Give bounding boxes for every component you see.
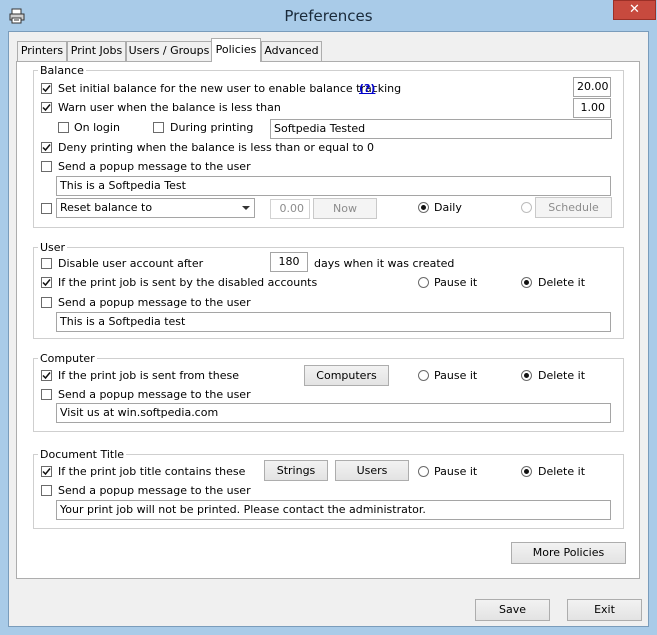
user-popup-message-field[interactable]: This is a Softpedia test — [56, 312, 611, 332]
warn-balance-checkbox[interactable] — [41, 102, 52, 113]
during-printing-label: During printing — [170, 121, 254, 134]
help-link[interactable]: (?) — [359, 82, 375, 95]
user-delete-radio[interactable] — [521, 277, 532, 288]
computer-popup-checkbox[interactable] — [41, 389, 52, 400]
on-login-label: On login — [74, 121, 120, 134]
disable-days-field[interactable]: 180 — [270, 252, 308, 272]
title-contains-checkbox[interactable] — [41, 466, 52, 477]
computer-delete-radio[interactable] — [521, 370, 532, 381]
on-login-checkbox[interactable] — [58, 122, 69, 133]
title-popup-checkbox[interactable] — [41, 485, 52, 496]
computer-delete-label: Delete it — [538, 369, 586, 382]
computer-pause-radio[interactable] — [418, 370, 429, 381]
exit-button[interactable]: Exit — [567, 599, 642, 621]
title-delete-label: Delete it — [538, 465, 586, 478]
disable-account-checkbox[interactable] — [41, 258, 52, 269]
user-group-label: User — [38, 241, 68, 254]
during-printing-checkbox[interactable] — [153, 122, 164, 133]
user-delete-label: Delete it — [538, 276, 586, 289]
daily-label: Daily — [434, 201, 462, 214]
strings-button[interactable]: Strings — [264, 460, 328, 481]
initial-balance-field[interactable]: 20.00 — [573, 77, 611, 97]
tab-print-jobs[interactable]: Print Jobs — [67, 41, 126, 61]
tab-advanced[interactable]: Advanced — [261, 41, 322, 61]
reset-balance-checkbox[interactable] — [41, 203, 52, 214]
title-contains-label: If the print job title contains these — [58, 465, 246, 478]
deny-printing-checkbox[interactable] — [41, 142, 52, 153]
user-popup-checkbox[interactable] — [41, 297, 52, 308]
title-popup-label: Send a popup message to the user — [58, 484, 251, 497]
balance-group-label: Balance — [38, 64, 86, 77]
disabled-accounts-checkbox[interactable] — [41, 277, 52, 288]
title-popup-message-field[interactable]: Your print job will not be printed. Plea… — [56, 500, 611, 520]
schedule-button[interactable]: Schedule — [535, 197, 612, 218]
tab-users-groups[interactable]: Users / Groups — [126, 41, 212, 61]
user-pause-label: Pause it — [434, 276, 478, 289]
window-title: Preferences — [284, 7, 373, 25]
title-bar[interactable]: Preferences ✕ — [0, 0, 657, 32]
deny-printing-label: Deny printing when the balance is less t… — [58, 141, 374, 154]
users-button[interactable]: Users — [335, 460, 409, 481]
title-delete-radio[interactable] — [521, 466, 532, 477]
computer-group-label: Computer — [38, 352, 97, 365]
reset-balance-value-field[interactable]: 0.00 — [270, 199, 310, 219]
computers-button[interactable]: Computers — [304, 365, 389, 386]
sent-from-label: If the print job is sent from these — [58, 369, 239, 382]
close-button[interactable]: ✕ — [613, 0, 656, 20]
initial-balance-checkbox[interactable] — [41, 83, 52, 94]
balance-popup-checkbox[interactable] — [41, 161, 52, 172]
computer-pause-label: Pause it — [434, 369, 478, 382]
save-button[interactable]: Save — [475, 599, 550, 621]
more-policies-button[interactable]: More Policies — [511, 542, 626, 564]
user-pause-radio[interactable] — [418, 277, 429, 288]
chevron-down-icon[interactable] — [238, 199, 254, 217]
sent-from-checkbox[interactable] — [41, 370, 52, 381]
now-button[interactable]: Now — [313, 198, 377, 219]
computer-popup-label: Send a popup message to the user — [58, 388, 251, 401]
warn-balance-label: Warn user when the balance is less than — [58, 101, 281, 114]
tab-policies[interactable]: Policies — [211, 38, 261, 62]
document-title-group-label: Document Title — [38, 448, 127, 461]
balance-popup-message-field[interactable]: This is a Softpedia Test — [56, 176, 611, 196]
disabled-accounts-label: If the print job is sent by the disabled… — [58, 276, 318, 289]
daily-radio[interactable] — [418, 202, 429, 213]
user-popup-label: Send a popup message to the user — [58, 296, 251, 309]
warn-balance-field[interactable]: 1.00 — [573, 98, 611, 118]
disable-account-label: Disable user account after — [58, 257, 204, 270]
computer-popup-message-field[interactable]: Visit us at win.softpedia.com — [56, 403, 611, 423]
reset-balance-select[interactable]: Reset balance to — [56, 198, 255, 218]
schedule-radio[interactable] — [521, 202, 532, 213]
warn-message-field[interactable]: Softpedia Tested — [270, 119, 612, 139]
disable-days-suffix: days when it was created — [314, 257, 455, 270]
title-pause-radio[interactable] — [418, 466, 429, 477]
initial-balance-label: Set initial balance for the new user to … — [58, 82, 402, 95]
tab-printers[interactable]: Printers — [17, 41, 67, 61]
title-pause-label: Pause it — [434, 465, 478, 478]
reset-balance-select-value: Reset balance to — [60, 201, 153, 214]
balance-popup-label: Send a popup message to the user — [58, 160, 251, 173]
preferences-window: Preferences ✕ Printers Print Jobs Users … — [0, 0, 657, 635]
